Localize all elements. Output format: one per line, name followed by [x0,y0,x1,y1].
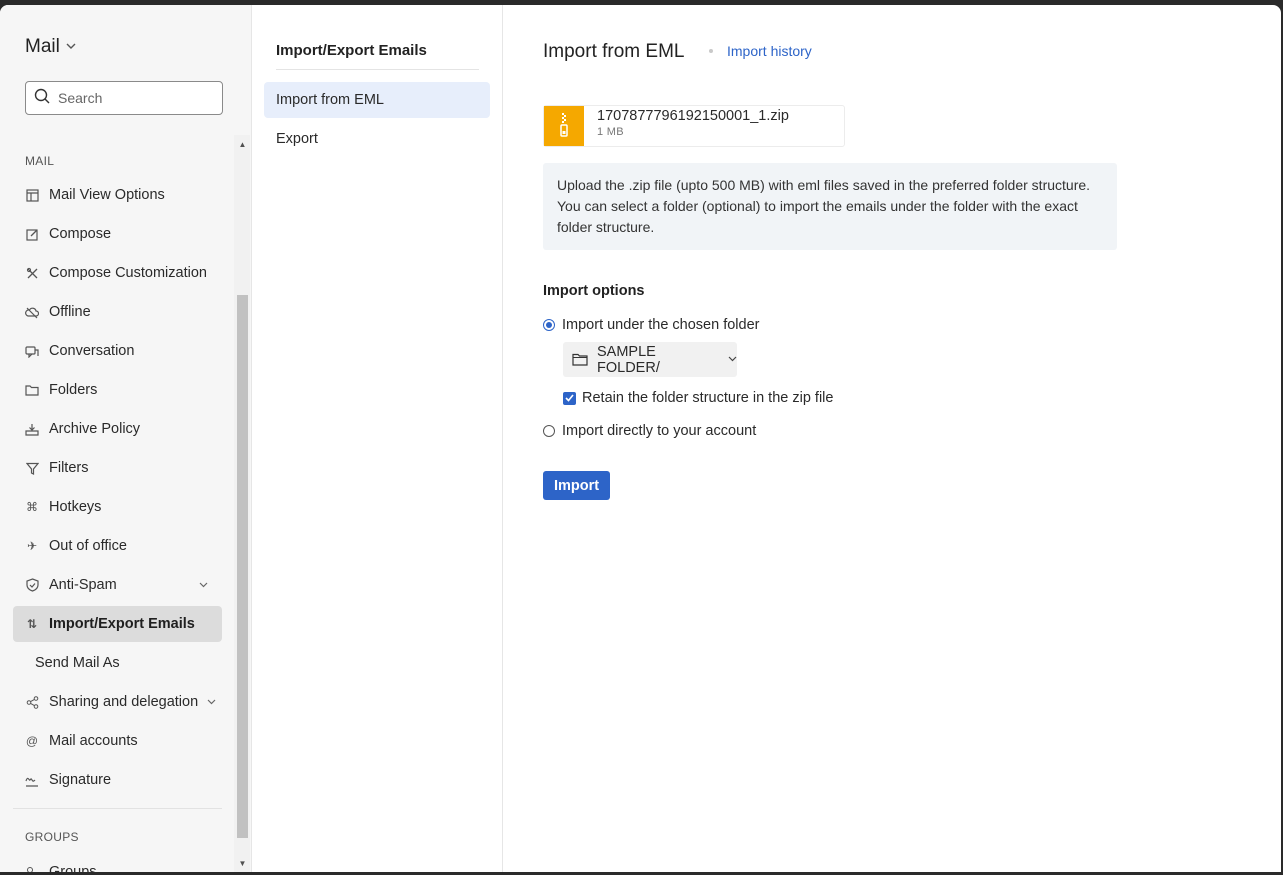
scroll-up-arrow-icon[interactable]: ▲ [237,140,248,149]
submenu-item-export[interactable]: Export [264,121,490,157]
folder-select[interactable]: SAMPLE FOLDER/ [563,342,737,377]
sidebar-item-label: Compose Customization [49,265,207,281]
sidebar-item-conversation[interactable]: Conversation [13,333,222,369]
file-info: 1707877796192150001_1.zip 1 MB [584,106,789,146]
sidebar-item-folders[interactable]: Folders [13,372,222,408]
groups-icon [25,865,39,872]
folder-icon [25,383,39,397]
sidebar-item-label: Send Mail As [35,655,120,671]
sidebar-item-compose[interactable]: Compose [13,216,222,252]
sidebar-item-anti-spam[interactable]: Anti-Spam [13,567,222,603]
radio-selected[interactable] [543,319,555,331]
sidebar-item-offline[interactable]: Offline [13,294,222,330]
sidebar-item-label: Archive Policy [49,421,141,437]
app-title: Mail [25,36,60,57]
info-message: Upload the .zip file (upto 500 MB) with … [543,163,1117,250]
shield-icon [25,578,39,592]
airplane-icon: ✈ [26,539,38,553]
radio-unselected[interactable] [543,425,555,437]
folder-select-value: SAMPLE FOLDER/ [597,343,660,376]
sidebar-item-label: Groups [49,864,97,872]
pencil-icon [25,227,39,241]
sidebar-item-mail-accounts[interactable]: @ Mail accounts [13,723,222,759]
retain-structure-checkbox-row[interactable]: Retain the folder structure in the zip f… [563,390,833,406]
sidebar-item-label: Import/Export Emails [49,616,195,632]
tools-icon [25,266,39,280]
sidebar-item-label: Hotkeys [49,499,102,515]
sidebar-item-label: Signature [49,772,112,788]
sidebar-divider [13,808,222,809]
signature-icon [25,773,39,787]
sidebar-item-filters[interactable]: Filters [13,450,222,486]
chat-icon [25,344,39,358]
radio-label: Import directly to your account [562,423,757,439]
radio-import-direct[interactable]: Import directly to your account [543,423,756,439]
sidebar-item-mail-view-options[interactable]: Mail View Options [13,177,222,213]
sidebar-item-label: Anti-Spam [49,577,117,593]
sidebar-item-label: Out of office [49,538,127,554]
sidebar-item-label: Folders [49,382,98,398]
search-icon [34,88,50,109]
filter-icon [25,461,39,475]
section-heading-groups: GROUPS [25,830,79,844]
folder-icon [572,353,588,366]
main-content: Import from EML Import history 170787779… [503,5,1281,872]
import-button[interactable]: Import [543,471,610,500]
zip-file-icon [544,106,584,146]
import-history-link[interactable]: Import history [727,43,812,59]
at-icon: @ [25,734,39,748]
chevron-down-icon [199,580,208,591]
sidebar-item-send-mail-as[interactable]: Send Mail As [13,645,222,681]
page-title: Import from EML [543,41,685,62]
file-name: 1707877796192150001_1.zip [597,108,789,124]
radio-import-chosen-folder[interactable]: Import under the chosen folder [543,317,759,333]
sidebar-item-out-of-office[interactable]: ✈ Out of office [13,528,222,564]
sidebar-item-hotkeys[interactable]: ⌘ Hotkeys [13,489,222,525]
archive-icon [25,422,39,436]
sidebar-item-sharing-and-delegation[interactable]: Sharing and delegation [13,684,222,720]
sidebar-item-groups[interactable]: Groups [13,854,222,872]
sidebar-item-label: Offline [49,304,91,320]
share-icon [25,695,39,709]
submenu-title: Import/Export Emails [276,42,427,59]
chevron-down-icon [728,354,737,365]
submenu-divider [276,69,479,70]
section-heading-mail: MAIL [25,154,55,168]
scrollbar-thumb[interactable] [237,295,248,838]
settings-sidebar: Mail MAIL Mail View Options Compose [0,5,252,872]
search-input[interactable] [56,89,210,107]
file-size: 1 MB [597,126,624,138]
sidebar-item-label: Sharing and delegation [49,694,199,710]
sidebar-scrollbar[interactable]: ▲ ▼ [234,135,250,872]
checkbox-checked[interactable] [563,391,576,405]
app-switcher[interactable]: Mail [25,36,76,58]
search-box[interactable] [25,81,223,115]
uploaded-file-card: 1707877796192150001_1.zip 1 MB [543,105,845,147]
submenu-item-import-from-eml[interactable]: Import from EML [264,82,490,118]
command-icon: ⌘ [26,500,38,514]
radio-label: Import under the chosen folder [562,317,760,333]
sidebar-item-compose-customization[interactable]: Compose Customization [13,255,222,291]
sidebar-item-label: Filters [49,460,89,476]
import-export-icon: ⇅ [26,617,38,631]
settings-window: Mail MAIL Mail View Options Compose [0,5,1281,872]
sidebar-item-import-export-emails[interactable]: ⇅ Import/Export Emails [13,606,222,642]
separator-dot [709,49,713,53]
scroll-down-arrow-icon[interactable]: ▼ [237,859,248,868]
chevron-down-icon [207,697,216,708]
settings-nav: MAIL Mail View Options Compose Compose C… [0,135,232,872]
sidebar-item-label: Mail View Options [49,187,165,203]
cloud-off-icon [25,305,39,319]
sidebar-item-label: Compose [49,226,112,242]
submenu-panel: Import/Export Emails Import from EML Exp… [252,5,503,872]
chevron-down-icon [66,41,76,53]
import-options-heading: Import options [543,283,645,299]
sidebar-item-archive-policy[interactable]: Archive Policy [13,411,222,447]
checkbox-label: Retain the folder structure in the zip f… [582,390,834,406]
sidebar-item-signature[interactable]: Signature [13,762,222,798]
sidebar-item-label: Conversation [49,343,135,359]
layout-icon [25,188,39,202]
sidebar-item-label: Mail accounts [49,733,138,749]
